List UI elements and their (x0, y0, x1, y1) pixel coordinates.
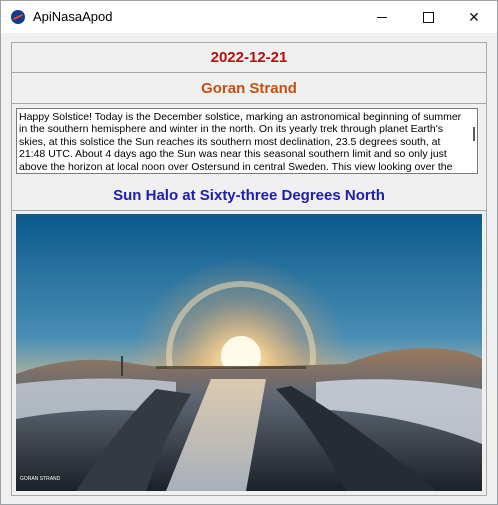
apod-panel: 2022-12-21 Goran Strand Happy Solstice! … (11, 42, 487, 496)
title-bar[interactable]: ApiNasaApod ✕ (1, 1, 497, 33)
explanation-textbox[interactable]: Happy Solstice! Today is the December so… (16, 108, 478, 174)
maximize-icon (422, 11, 434, 23)
explanation-scrollbar[interactable] (473, 127, 475, 141)
close-button[interactable]: ✕ (451, 1, 497, 33)
apod-image: GORAN STRAND (16, 214, 482, 491)
apod-date: 2022-12-21 (12, 43, 486, 73)
sun-halo-photo: GORAN STRAND (16, 214, 482, 491)
apod-author: Goran Strand (12, 73, 486, 104)
apod-title: Sun Halo at Sixty-three Degrees North (12, 180, 486, 211)
nasa-logo-icon (11, 10, 25, 24)
close-icon: ✕ (468, 8, 480, 25)
minimize-icon (377, 16, 387, 18)
explanation-text: Happy Solstice! Today is the December so… (19, 111, 462, 173)
window-title: ApiNasaApod (33, 9, 113, 24)
image-credit-text: GORAN STRAND (20, 476, 61, 482)
minimize-button[interactable] (359, 1, 405, 33)
app-window: ApiNasaApod ✕ 2022-12-21 Goran Strand Ha… (0, 0, 498, 505)
maximize-button[interactable] (405, 1, 451, 33)
